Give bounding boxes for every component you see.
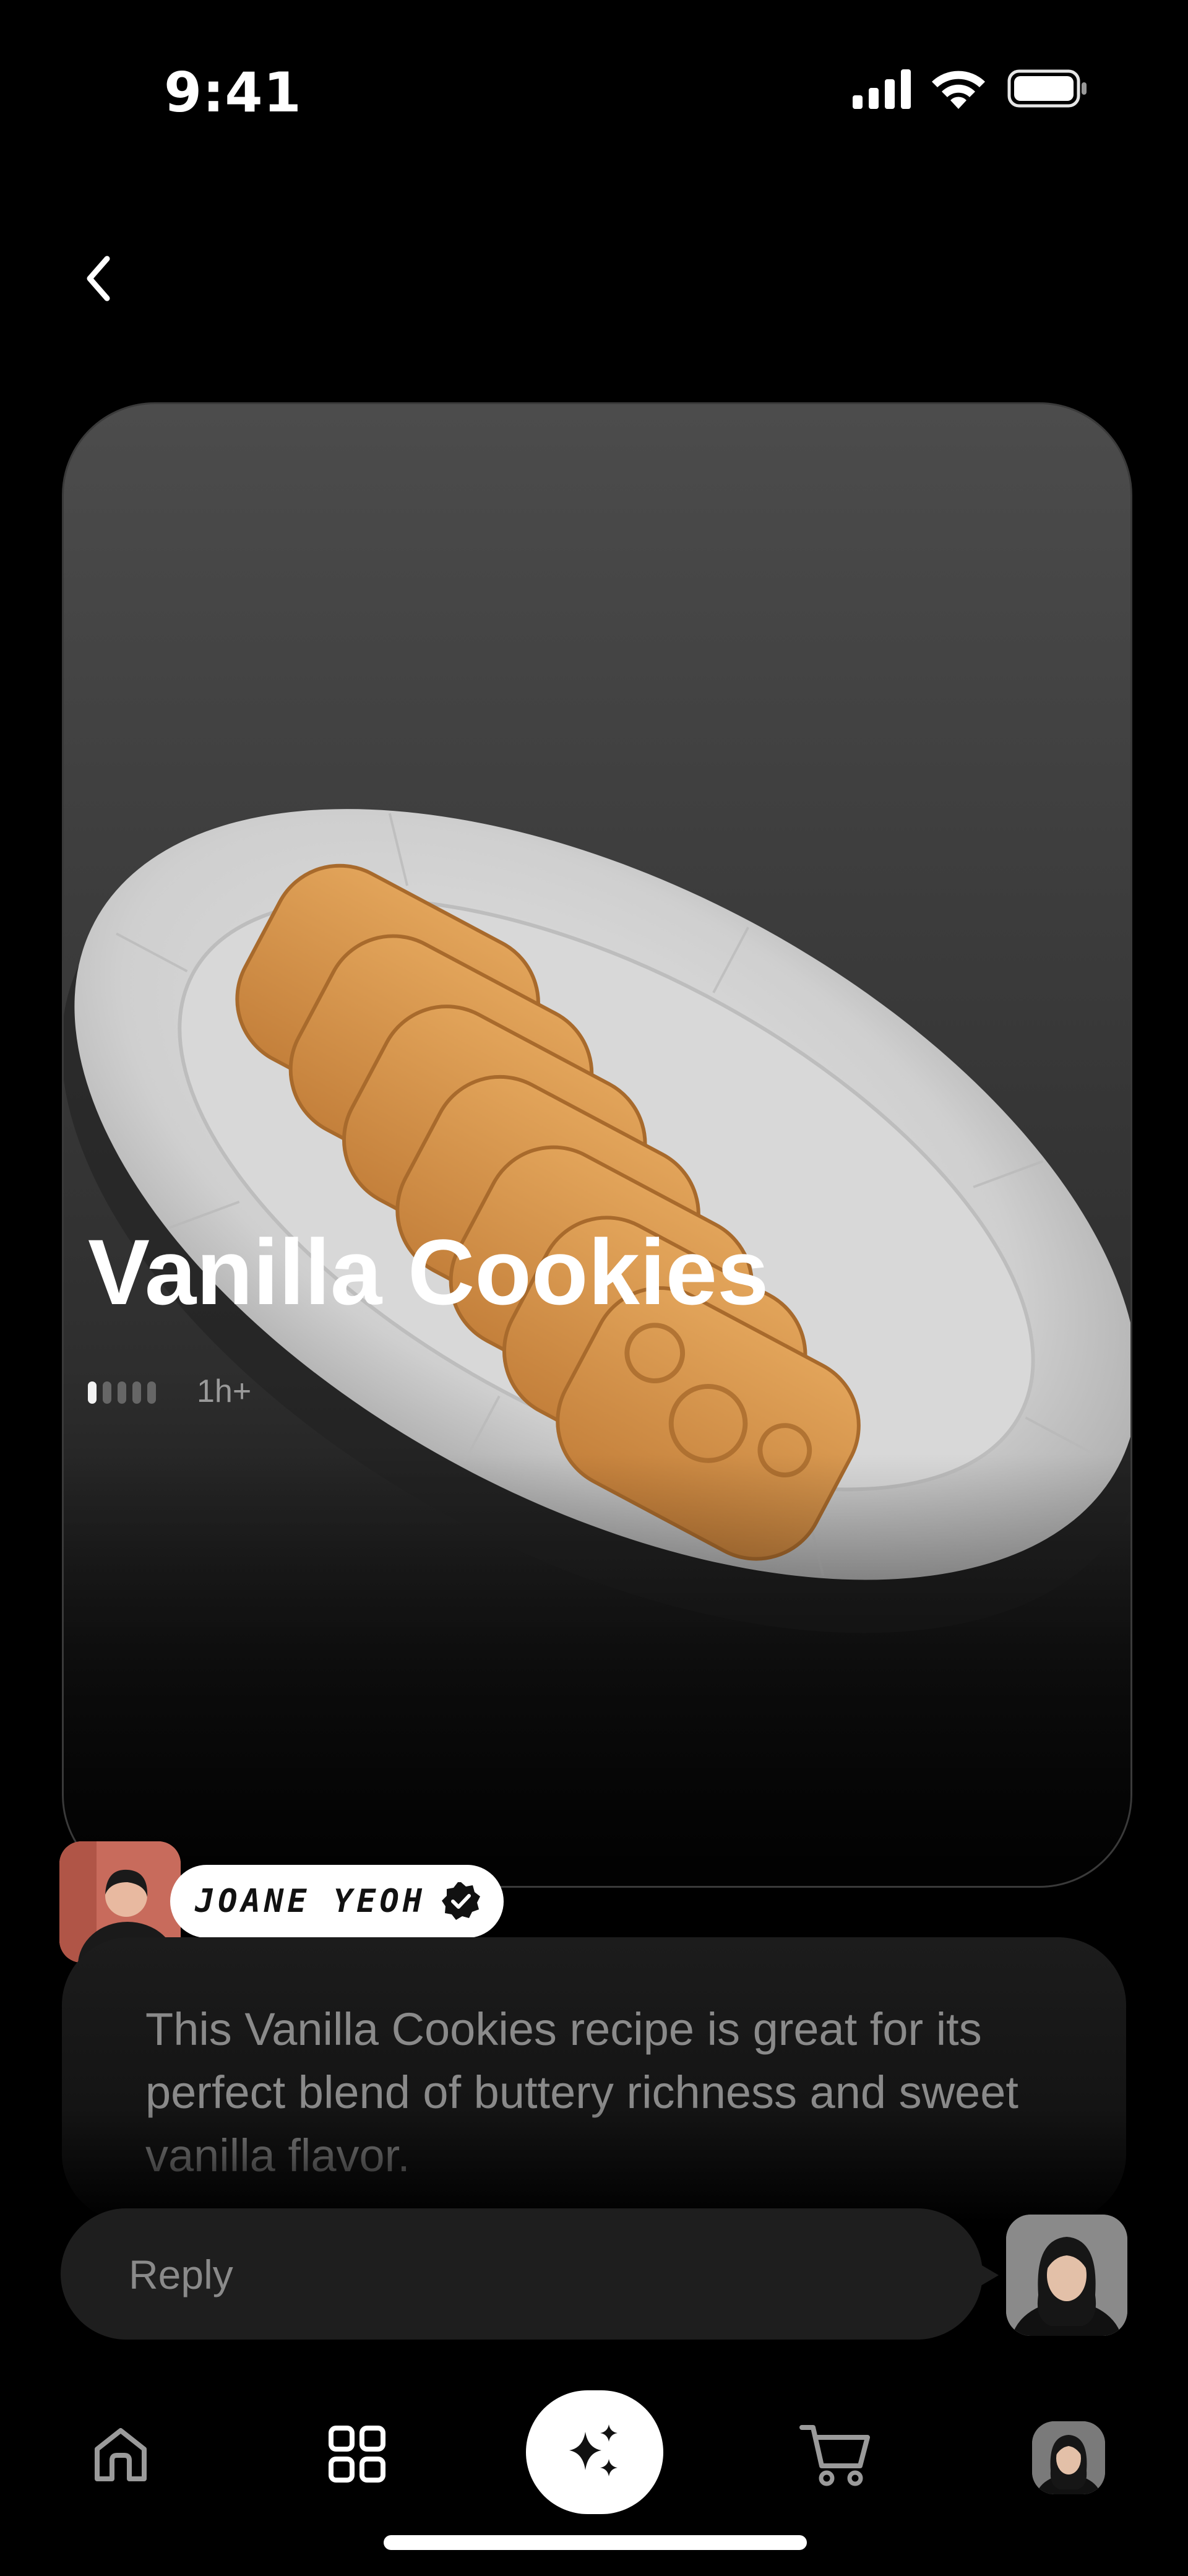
wifi-icon bbox=[932, 71, 985, 109]
tab-profile[interactable] bbox=[1032, 2421, 1105, 2494]
cellular-signal-icon bbox=[853, 69, 911, 109]
user-photo bbox=[1006, 2215, 1127, 2336]
difficulty-bar bbox=[147, 1381, 156, 1404]
tab-ai-assistant[interactable] bbox=[526, 2390, 663, 2514]
recipe-description: This Vanilla Cookies recipe is great for… bbox=[145, 2003, 1018, 2181]
duration-label: 1h+ bbox=[197, 1373, 252, 1409]
battery-icon bbox=[1007, 69, 1087, 108]
back-button[interactable] bbox=[74, 248, 124, 309]
profile-avatar bbox=[1032, 2421, 1105, 2494]
tab-cart[interactable] bbox=[792, 2414, 879, 2494]
difficulty-bar bbox=[132, 1381, 141, 1404]
difficulty-meter bbox=[88, 1381, 156, 1404]
author-name: JOANE YEOH bbox=[195, 1883, 426, 1920]
difficulty-bar bbox=[88, 1381, 97, 1404]
user-avatar[interactable] bbox=[1006, 2215, 1127, 2336]
author-chip[interactable]: JOANE YEOH bbox=[170, 1865, 504, 1938]
difficulty-bar bbox=[103, 1381, 111, 1404]
status-time: 9:41 bbox=[164, 61, 302, 124]
recipe-title: Vanilla Cookies bbox=[88, 1220, 769, 1324]
home-indicator bbox=[384, 2535, 807, 2550]
chevron-left-icon bbox=[87, 256, 110, 301]
reply-input[interactable] bbox=[127, 2208, 959, 2341]
home-icon bbox=[95, 2428, 147, 2481]
tab-categories[interactable] bbox=[317, 2414, 397, 2494]
recipe-card[interactable] bbox=[62, 402, 1132, 1888]
cookies-photo bbox=[64, 809, 1130, 1886]
reply-box bbox=[61, 2208, 983, 2341]
cart-icon bbox=[799, 2425, 870, 2486]
tab-home[interactable] bbox=[80, 2414, 161, 2494]
difficulty-bar bbox=[118, 1381, 126, 1404]
sparkle-icon bbox=[569, 2424, 618, 2476]
verified-badge-icon bbox=[442, 1882, 481, 1920]
reply-bubble-tail bbox=[978, 2263, 999, 2288]
grid-icon bbox=[329, 2426, 385, 2483]
